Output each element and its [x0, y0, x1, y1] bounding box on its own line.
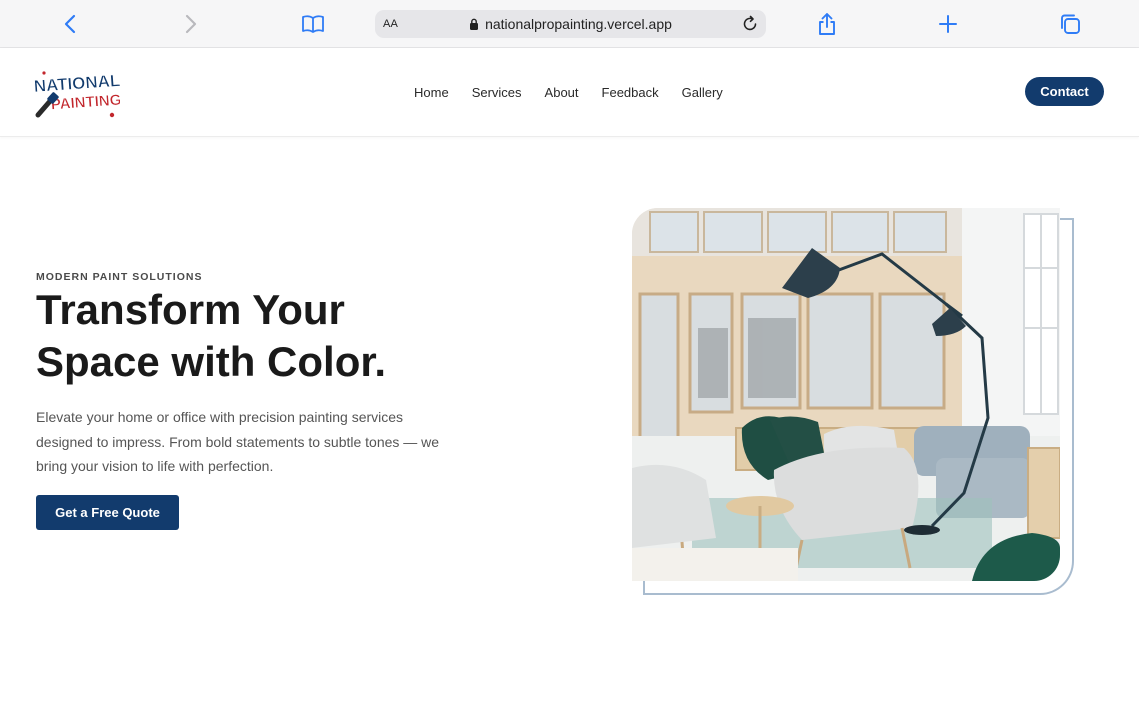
nav-services[interactable]: Services	[472, 85, 522, 100]
nav-home[interactable]: Home	[414, 85, 449, 100]
reload-button[interactable]	[740, 14, 760, 34]
hero-eyebrow: MODERN PAINT SOLUTIONS	[36, 271, 203, 283]
main-nav: Home Services About Feedback Gallery	[414, 85, 723, 100]
forward-button[interactable]	[177, 10, 205, 38]
hero-title: Transform Your Space with Color.	[36, 284, 496, 388]
hero-description: Elevate your home or office with precisi…	[36, 409, 440, 474]
share-icon	[819, 13, 835, 35]
reader-icon	[302, 15, 324, 33]
tabs-icon	[1061, 14, 1080, 34]
back-icon	[64, 14, 76, 34]
nav-feedback[interactable]: Feedback	[602, 85, 659, 100]
url-field[interactable]: AA nationalpropainting.vercel.app	[375, 10, 766, 38]
hero-title-line2: Space with Color.	[36, 338, 387, 385]
nav-gallery[interactable]: Gallery	[682, 85, 723, 100]
hero-title-line1: Transform Your	[36, 286, 345, 333]
free-quote-button[interactable]: Get a Free Quote	[36, 495, 179, 530]
reader-button[interactable]	[299, 10, 327, 38]
site-header: NATIONAL PAINTING Home Services About Fe…	[0, 48, 1139, 137]
new-tab-icon	[939, 15, 957, 33]
forward-icon	[185, 14, 197, 34]
browser-toolbar: AA nationalpropainting.vercel.app	[0, 0, 1139, 48]
tabs-button[interactable]	[1056, 10, 1084, 38]
contact-button[interactable]: Contact	[1025, 77, 1104, 106]
nav-about[interactable]: About	[545, 85, 579, 100]
reload-icon	[743, 15, 757, 31]
share-button[interactable]	[813, 10, 841, 38]
lock-icon	[470, 18, 479, 30]
site-logo[interactable]: NATIONAL PAINTING	[33, 63, 122, 121]
back-button[interactable]	[56, 10, 84, 38]
logo-line2: PAINTING	[50, 92, 120, 114]
url-display: nationalpropainting.vercel.app	[375, 10, 766, 38]
hero-image	[632, 208, 1060, 581]
url-text: nationalpropainting.vercel.app	[485, 16, 672, 32]
new-tab-button[interactable]	[934, 10, 962, 38]
